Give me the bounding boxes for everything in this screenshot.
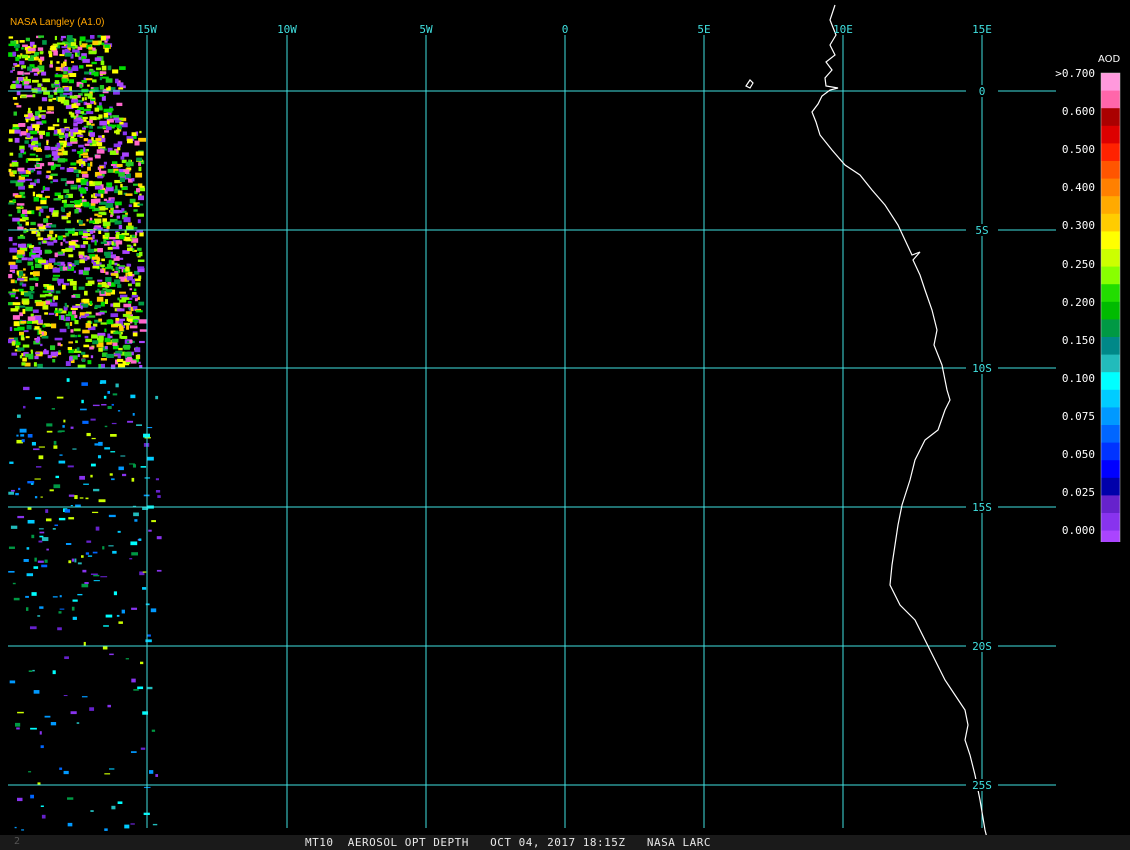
legend-swatch bbox=[1101, 249, 1120, 268]
lat-lon-grid bbox=[8, 35, 1056, 828]
legend-swatch bbox=[1101, 319, 1120, 338]
lat-label: 20S bbox=[972, 640, 992, 653]
lat-label: 0 bbox=[979, 85, 986, 98]
legend-label: 0.075 bbox=[1061, 409, 1095, 423]
legend-swatch bbox=[1101, 178, 1120, 197]
legend-label: 0.400 bbox=[1061, 181, 1095, 195]
legend-label: 0.025 bbox=[1061, 486, 1095, 500]
legend-swatch bbox=[1101, 90, 1120, 109]
aod-swath bbox=[8, 35, 162, 831]
legend-swatch bbox=[1101, 143, 1120, 162]
legend-swatch bbox=[1101, 372, 1120, 391]
legend-swatch bbox=[1101, 108, 1120, 127]
legend-swatch bbox=[1101, 73, 1120, 92]
legend-label: 0.000 bbox=[1061, 524, 1095, 538]
credit-label: NASA Langley (A1.0) bbox=[10, 17, 105, 28]
legend-swatch bbox=[1101, 266, 1120, 285]
lon-label: 10E bbox=[833, 23, 853, 36]
legend-label: 0.100 bbox=[1061, 371, 1095, 385]
legend-swatch bbox=[1101, 477, 1120, 496]
legend-swatch bbox=[1101, 301, 1120, 320]
legend-swatch bbox=[1101, 407, 1120, 426]
legend-swatch bbox=[1101, 460, 1120, 479]
legend-label: 0.200 bbox=[1061, 295, 1095, 309]
legend-label: >0.700 bbox=[1055, 67, 1095, 80]
lon-label: 5E bbox=[697, 23, 710, 36]
legend-swatch bbox=[1101, 354, 1120, 373]
legend-swatch bbox=[1101, 284, 1120, 303]
legend-label: 0.500 bbox=[1061, 143, 1095, 157]
legend-swatch bbox=[1101, 231, 1120, 250]
legend-swatch bbox=[1101, 337, 1120, 356]
lat-label: 5S bbox=[975, 224, 988, 237]
legend-label: 0.150 bbox=[1061, 333, 1095, 347]
lat-label: 25S bbox=[972, 779, 992, 792]
island-bioko bbox=[745, 79, 754, 89]
legend-swatch bbox=[1101, 442, 1120, 461]
africa-coastline bbox=[811, 4, 991, 850]
lat-label: 10S bbox=[972, 362, 992, 375]
lon-label: 15W bbox=[137, 23, 157, 36]
lon-label: 5W bbox=[419, 23, 433, 36]
lon-label: 10W bbox=[277, 23, 297, 36]
footer-title: MT10 AEROSOL OPT DEPTH OCT 04, 2017 18:1… bbox=[305, 836, 711, 849]
legend-label: 0.600 bbox=[1061, 105, 1095, 119]
legend-label: 0.050 bbox=[1061, 448, 1095, 461]
legend-label: 0.250 bbox=[1061, 257, 1095, 271]
legend-swatch bbox=[1101, 425, 1120, 444]
lon-label: 0 bbox=[562, 23, 569, 36]
legend-label: 0.300 bbox=[1061, 219, 1095, 233]
lon-label: 15E bbox=[972, 23, 992, 36]
lat-label: 15S bbox=[972, 501, 992, 514]
legend-swatch bbox=[1101, 196, 1120, 215]
legend-swatch bbox=[1101, 161, 1120, 180]
legend-swatch bbox=[1101, 125, 1120, 144]
aod-map: 15W 10W 5W 0 5E 10E 15E 0 5S 10S 15S 20S 25S bbox=[8, 4, 1056, 850]
aod-legend: AOD >0.700 0.600 0.500 0.400 0.300 0.250 0.200… bbox=[1040, 52, 1125, 542]
grid-labels: 15W 10W 5W 0 5E 10E 15E 0 5S 10S 15S 20S 25S bbox=[137, 23, 998, 792]
legend-swatch bbox=[1101, 213, 1120, 232]
footer-bar: 2 MT10 AEROSOL OPT DEPTH OCT 04, 2017 18… bbox=[0, 835, 1130, 850]
legend-swatch bbox=[1101, 389, 1120, 408]
footer-mark: 2 bbox=[14, 836, 21, 847]
legend-swatch bbox=[1101, 513, 1120, 532]
legend-swatch bbox=[1101, 495, 1120, 514]
legend-swatch bbox=[1101, 530, 1120, 542]
